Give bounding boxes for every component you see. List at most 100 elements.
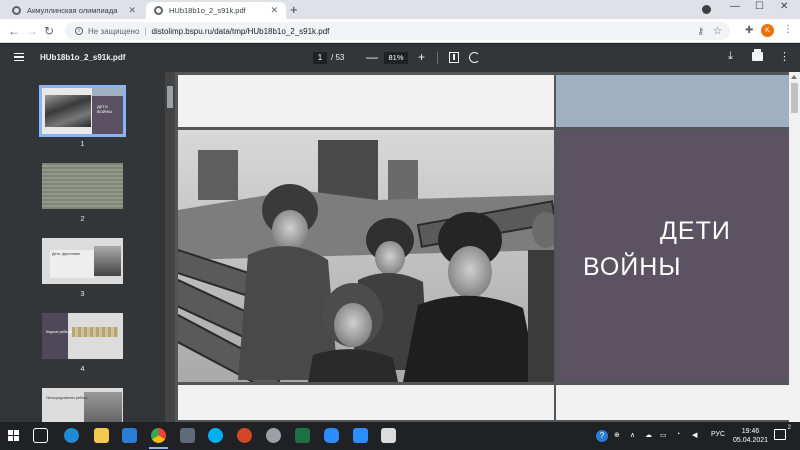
fit-to-page-icon[interactable] bbox=[449, 52, 459, 63]
globe-icon bbox=[12, 6, 21, 15]
notification-count: 2 bbox=[787, 425, 791, 431]
thumbnail-photo bbox=[94, 246, 121, 276]
toolbar-divider bbox=[437, 52, 438, 64]
page-total: / 53 bbox=[331, 53, 345, 62]
scroll-thumb[interactable] bbox=[167, 86, 173, 108]
task-view-icon[interactable] bbox=[33, 428, 48, 443]
settings-gear-icon[interactable] bbox=[266, 428, 281, 443]
menu-icon[interactable] bbox=[14, 53, 24, 61]
thumbnail-photo bbox=[84, 392, 122, 422]
rotate-icon[interactable] bbox=[469, 52, 480, 63]
battery-icon[interactable]: ▭ bbox=[660, 431, 667, 439]
pdf-filename: HUb18b1o_2_s91k.pdf bbox=[40, 53, 126, 62]
thumbnail-number: 2 bbox=[80, 214, 85, 223]
zoom-app-icon[interactable] bbox=[324, 428, 339, 443]
children-photo-image bbox=[178, 130, 554, 382]
thumbnail-page-5[interactable]: Непосредственно ребята bbox=[42, 388, 123, 422]
maximize-icon[interactable]: ☐ bbox=[755, 1, 764, 12]
browser-toolbar: ← → ↻ i Не защищено | distolimp.bspu.ru/… bbox=[0, 19, 800, 43]
forward-icon[interactable]: → bbox=[26, 24, 38, 38]
zoom-in-button[interactable]: + bbox=[418, 50, 425, 64]
tab-title: Акмуллинская олимпиада bbox=[27, 6, 118, 15]
close-icon[interactable]: ✕ bbox=[270, 5, 278, 16]
thumbnail-page-2[interactable] bbox=[42, 163, 123, 209]
powerpoint-icon[interactable] bbox=[237, 428, 252, 443]
next-page-top-right bbox=[556, 385, 789, 420]
print-icon[interactable] bbox=[752, 49, 763, 61]
cloud-icon[interactable]: ☁ bbox=[645, 431, 652, 439]
thumbnail-caption: ДЕТИ ВОЙНЫ bbox=[97, 104, 112, 114]
zoom-meeting-icon[interactable] bbox=[353, 428, 368, 443]
security-label: Не защищено bbox=[88, 26, 140, 36]
sidebar-scrollbar[interactable] bbox=[165, 72, 175, 422]
thumbnail-caption: Бедные ребятки bbox=[46, 330, 73, 334]
browser-menu-icon[interactable]: ⋮ bbox=[783, 24, 793, 35]
page-number-input[interactable]: 1 bbox=[313, 52, 327, 64]
thumbnail-photo bbox=[45, 95, 91, 127]
slide-top-band bbox=[556, 75, 789, 127]
chrome-icon[interactable] bbox=[149, 428, 168, 449]
mail-icon[interactable] bbox=[122, 428, 137, 443]
system-clock[interactable]: 19:46 05.04.2021 bbox=[733, 427, 768, 445]
tab-pdf[interactable]: HUb18b1o_2_s91k.pdf ✕ bbox=[146, 2, 286, 19]
address-bar[interactable]: i Не защищено | distolimp.bspu.ru/data/t… bbox=[65, 22, 730, 40]
notepad-icon[interactable] bbox=[381, 428, 396, 443]
info-icon[interactable]: i bbox=[75, 27, 83, 35]
window-close-icon[interactable]: ✕ bbox=[780, 1, 788, 12]
thumbnail-caption: Дети, фронтовые bbox=[52, 252, 81, 256]
scroll-thumb[interactable] bbox=[791, 83, 798, 113]
thumbnail-page-3[interactable]: Дети, фронтовые bbox=[42, 238, 123, 284]
thumbnail-caption: Непосредственно ребята bbox=[46, 396, 88, 400]
previous-page-bottom bbox=[178, 75, 554, 127]
slide-photo bbox=[178, 130, 554, 382]
reload-icon[interactable]: ↻ bbox=[44, 24, 54, 38]
tab-title: HUb18b1o_2_s91k.pdf bbox=[169, 6, 246, 15]
volume-icon[interactable]: ◀ bbox=[692, 431, 697, 439]
new-tab-button[interactable]: + bbox=[290, 2, 298, 17]
network-icon[interactable]: ◔ bbox=[676, 431, 680, 438]
help-icon[interactable]: ? bbox=[596, 430, 608, 442]
download-icon[interactable]: ⤓ bbox=[728, 50, 733, 63]
pdf-toolbar: HUb18b1o_2_s91k.pdf 1 / 53 — 81% + ⤓ ⋮ bbox=[0, 44, 800, 72]
bookmark-star-icon[interactable]: ☆ bbox=[713, 26, 722, 37]
thumbnail-number: 3 bbox=[80, 289, 85, 298]
windows-start-icon[interactable] bbox=[8, 430, 20, 442]
next-page-top bbox=[178, 385, 554, 420]
input-language[interactable]: РУС bbox=[711, 431, 725, 438]
url-text: distolimp.bspu.ru/data/tmp/HUb18b1o_2_s9… bbox=[151, 26, 330, 36]
zoom-input[interactable]: 81% bbox=[384, 52, 408, 64]
pdf-more-icon[interactable]: ⋮ bbox=[779, 50, 790, 63]
thumbnail-page-1[interactable]: ДЕТИ ВОЙНЫ bbox=[39, 85, 126, 137]
tab-akmulla[interactable]: Акмуллинская олимпиада ✕ bbox=[4, 2, 144, 19]
excel-icon[interactable] bbox=[295, 428, 310, 443]
back-icon[interactable]: ← bbox=[8, 24, 20, 38]
scroll-up-icon[interactable] bbox=[791, 75, 797, 79]
thumbnail-photo bbox=[72, 327, 118, 337]
close-icon[interactable]: ✕ bbox=[128, 5, 136, 16]
slide-title-line-2: ВОЙНЫ bbox=[583, 253, 682, 281]
clock-date: 05.04.2021 bbox=[733, 437, 769, 444]
profile-avatar[interactable]: K bbox=[761, 24, 774, 37]
minimize-icon[interactable]: — bbox=[730, 1, 740, 12]
notification-center-icon[interactable]: 2 bbox=[774, 425, 791, 440]
document-scrollbar[interactable] bbox=[789, 72, 800, 422]
slide-title-line-1: ДЕТИ bbox=[660, 217, 731, 245]
key-icon[interactable]: ⚷ bbox=[697, 26, 704, 37]
file-explorer-icon[interactable] bbox=[94, 428, 109, 443]
thumbnail-panel bbox=[42, 313, 68, 359]
extensions-puzzle-icon[interactable]: ✚ bbox=[745, 25, 753, 36]
camera-icon[interactable] bbox=[180, 428, 195, 443]
thumbnail-page-4[interactable]: Бедные ребятки bbox=[42, 313, 123, 359]
people-icon[interactable]: ⊕ bbox=[614, 431, 620, 439]
thumbnail-number: 1 bbox=[80, 139, 85, 148]
thumbnail-sidebar: ДЕТИ ВОЙНЫ 1 2 Дети, фронтовые 3 Бедные … bbox=[0, 72, 165, 422]
thumbnail-number: 4 bbox=[80, 364, 85, 373]
skype-icon[interactable] bbox=[208, 428, 223, 443]
chevron-up-icon[interactable]: ∧ bbox=[630, 431, 635, 439]
tab-strip: Акмуллинская олимпиада ✕ HUb18b1o_2_s91k… bbox=[0, 0, 800, 19]
globe-icon bbox=[154, 6, 163, 15]
zoom-out-button[interactable]: — bbox=[366, 50, 378, 64]
tab-search-icon[interactable] bbox=[702, 5, 711, 14]
address-separator: | bbox=[144, 26, 147, 36]
edge-icon[interactable] bbox=[64, 428, 79, 443]
